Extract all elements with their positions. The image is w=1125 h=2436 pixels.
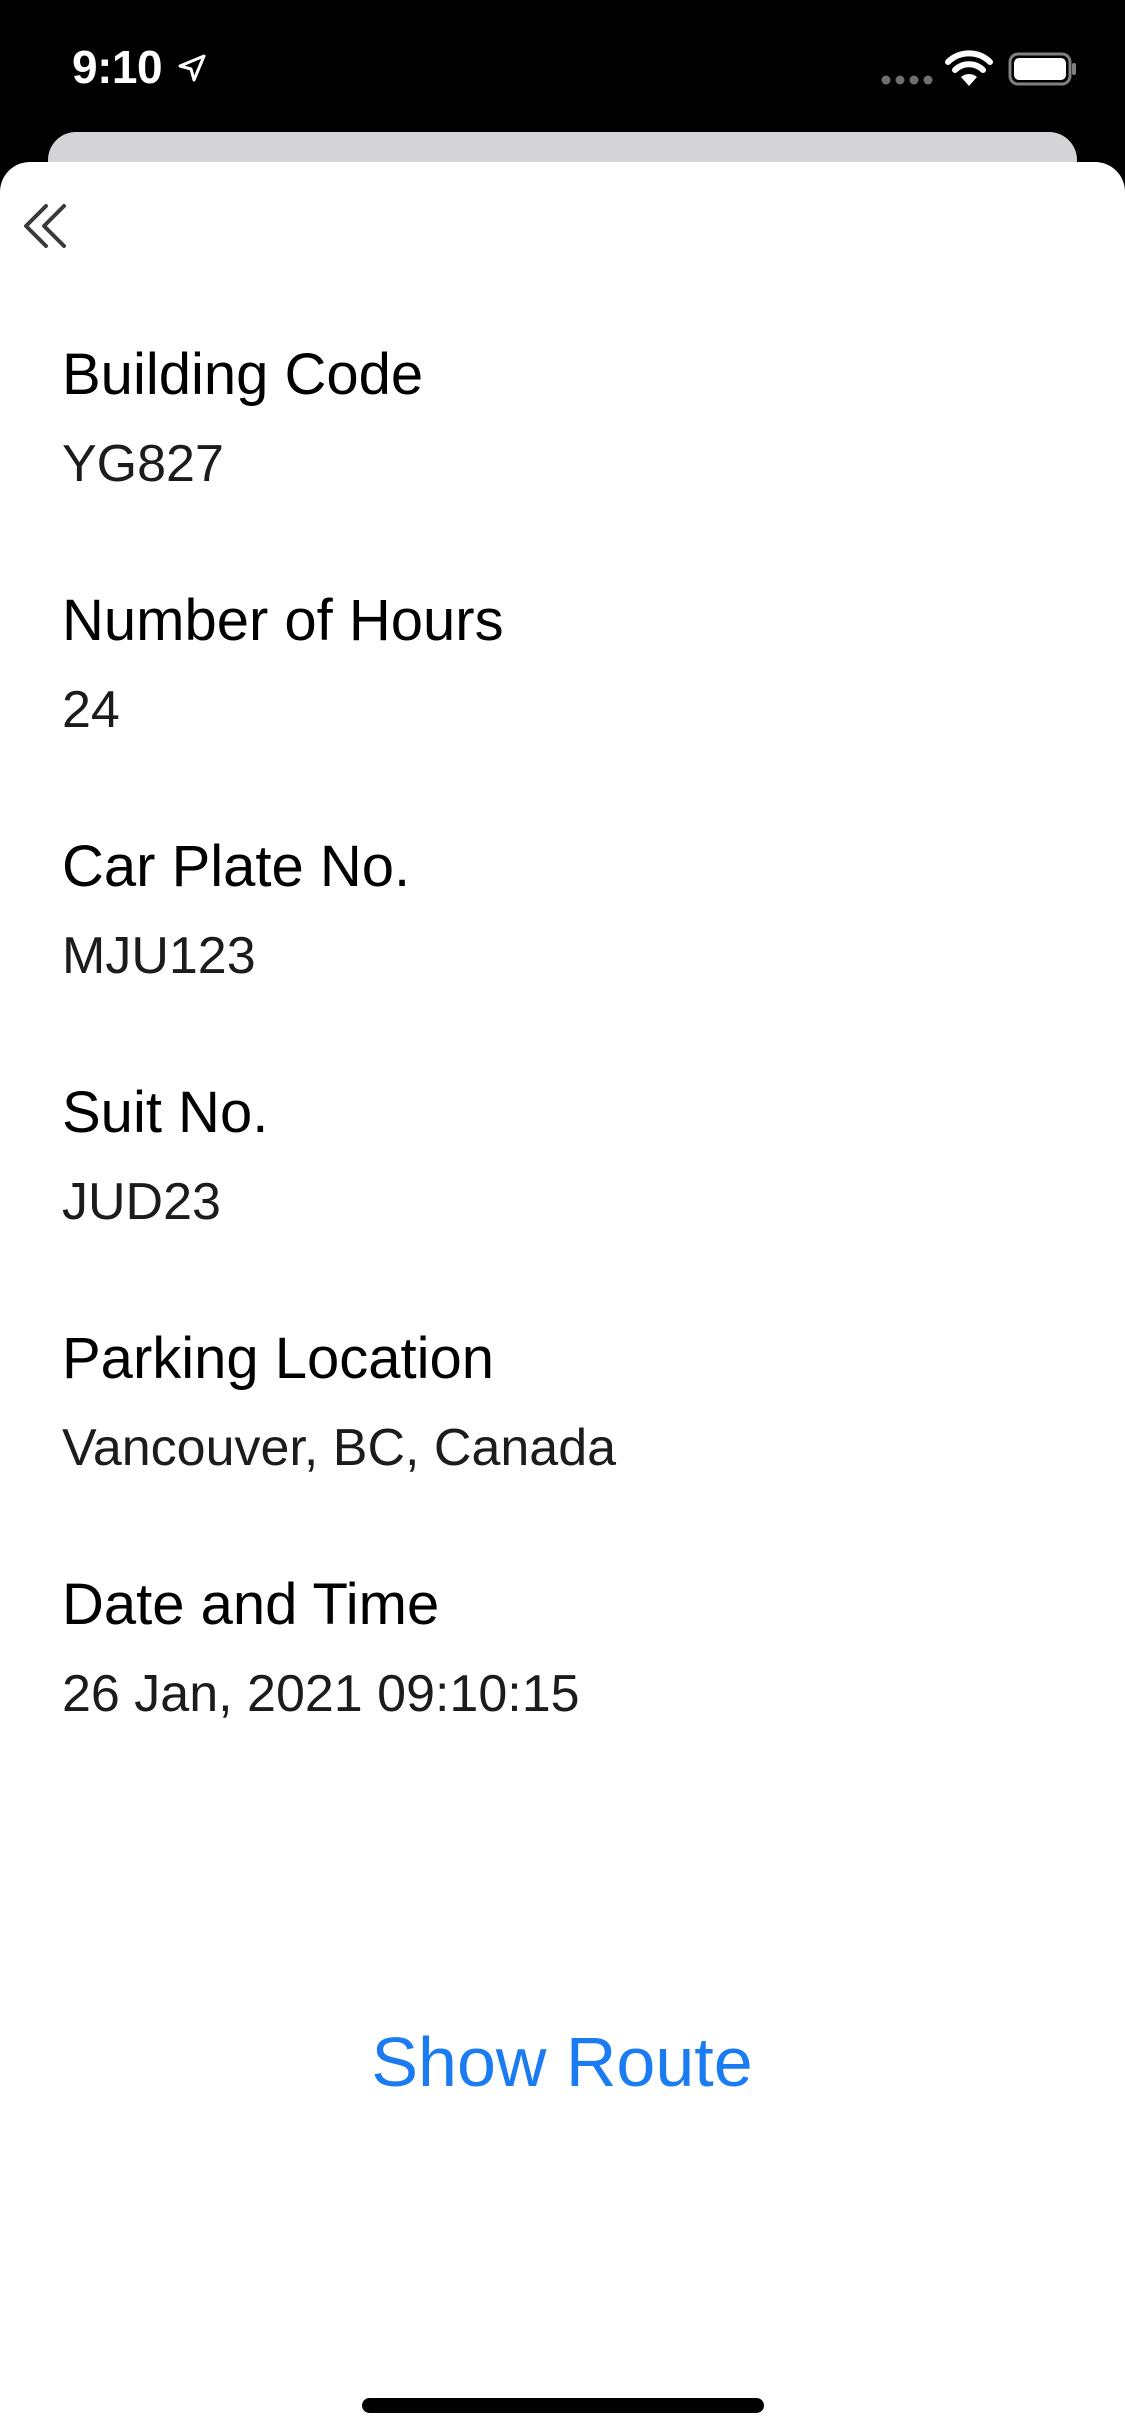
- number-of-hours-field: Number of Hours 24: [62, 586, 1062, 832]
- field-label: Parking Location: [62, 1326, 495, 1391]
- status-bar: 9:10: [0, 0, 1125, 132]
- car-plate-field: Car Plate No. MJU123: [62, 832, 1062, 1078]
- field-value: MJU123: [62, 927, 256, 985]
- field-label: Suit No.: [62, 1080, 269, 1145]
- parking-location-field: Parking Location Vancouver, BC, Canada: [62, 1324, 1062, 1570]
- field-label: Number of Hours: [62, 588, 504, 653]
- show-route-button[interactable]: Show Route: [312, 2012, 812, 2112]
- field-value: Vancouver, BC, Canada: [62, 1419, 617, 1477]
- home-indicator: [362, 2398, 764, 2413]
- building-code-field: Building Code YG827: [62, 340, 1062, 586]
- field-label: Car Plate No.: [62, 834, 411, 899]
- field-label: Date and Time: [62, 1572, 440, 1637]
- suit-number-field: Suit No. JUD23: [62, 1078, 1062, 1324]
- cellular-signal-icon: [881, 75, 933, 85]
- parking-details-sheet: Building Code YG827 Number of Hours 24 C…: [0, 162, 1125, 2436]
- wifi-icon: [945, 50, 993, 86]
- field-label: Building Code: [62, 342, 424, 407]
- back-button[interactable]: [16, 196, 76, 256]
- field-value: 26 Jan, 2021 09:10:15: [62, 1665, 580, 1723]
- double-chevron-left-icon: [24, 204, 66, 248]
- details-list: Building Code YG827 Number of Hours 24 C…: [62, 340, 1062, 1816]
- field-value: JUD23: [62, 1173, 221, 1231]
- battery-icon: [1008, 52, 1076, 86]
- screen: 9:10 Building Code YG827 Number of Hours…: [0, 0, 1125, 2436]
- field-value: YG827: [62, 435, 224, 493]
- location-arrow-icon: [178, 54, 206, 82]
- field-value: 24: [62, 681, 120, 739]
- status-time: 9:10: [72, 41, 163, 93]
- date-time-field: Date and Time 26 Jan, 2021 09:10:15: [62, 1570, 1062, 1816]
